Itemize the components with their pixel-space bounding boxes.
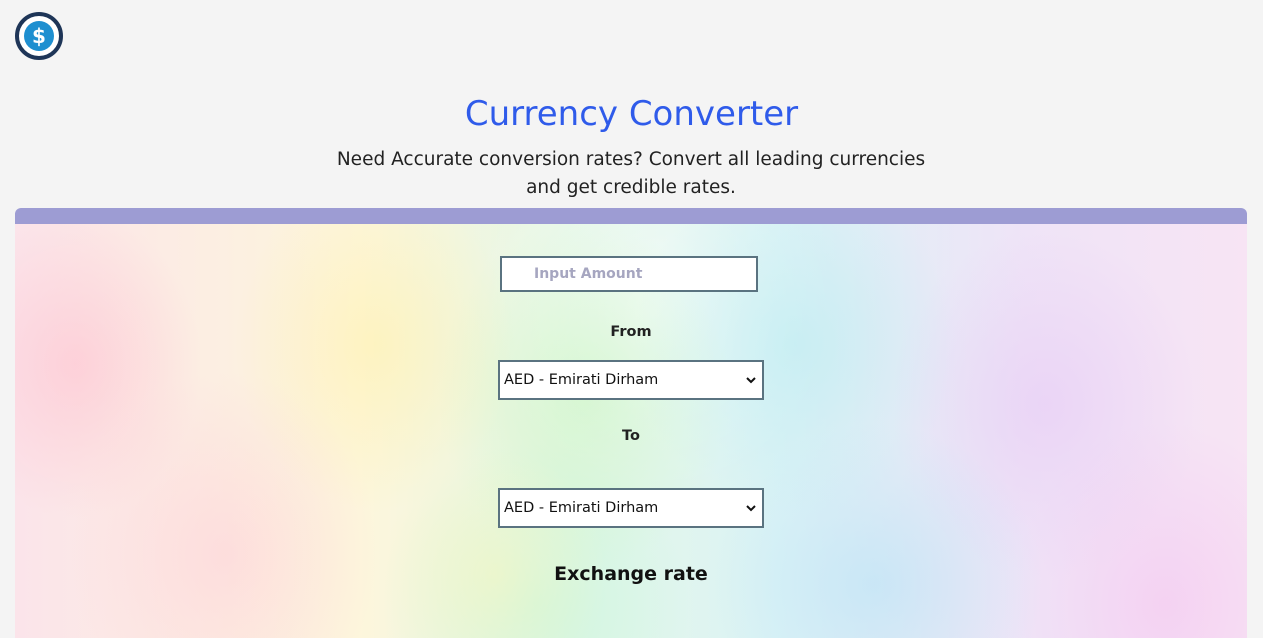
from-currency-select[interactable]: AED - Emirati Dirham xyxy=(498,360,764,400)
converter-card-body: From AED - Emirati Dirham To AED - Emira… xyxy=(15,224,1247,638)
chevron-down-icon xyxy=(746,377,756,384)
to-label: To xyxy=(622,428,640,444)
svg-text:$: $ xyxy=(32,24,46,48)
page-subtitle: Need Accurate conversion rates? Convert … xyxy=(336,149,926,198)
from-label: From xyxy=(610,324,652,340)
page-title: Currency Converter xyxy=(464,94,799,134)
dollar-circle-icon[interactable]: $ xyxy=(15,12,63,60)
chevron-down-icon xyxy=(746,505,756,512)
from-currency-value: AED - Emirati Dirham xyxy=(504,372,659,388)
amount-input[interactable] xyxy=(500,256,758,292)
converter-card: From AED - Emirati Dirham To AED - Emira… xyxy=(15,208,1247,638)
card-top-bar xyxy=(15,208,1247,224)
to-currency-select[interactable]: AED - Emirati Dirham xyxy=(498,488,764,528)
to-currency-value: AED - Emirati Dirham xyxy=(504,500,659,516)
exchange-rate-label: Exchange rate xyxy=(554,563,708,585)
